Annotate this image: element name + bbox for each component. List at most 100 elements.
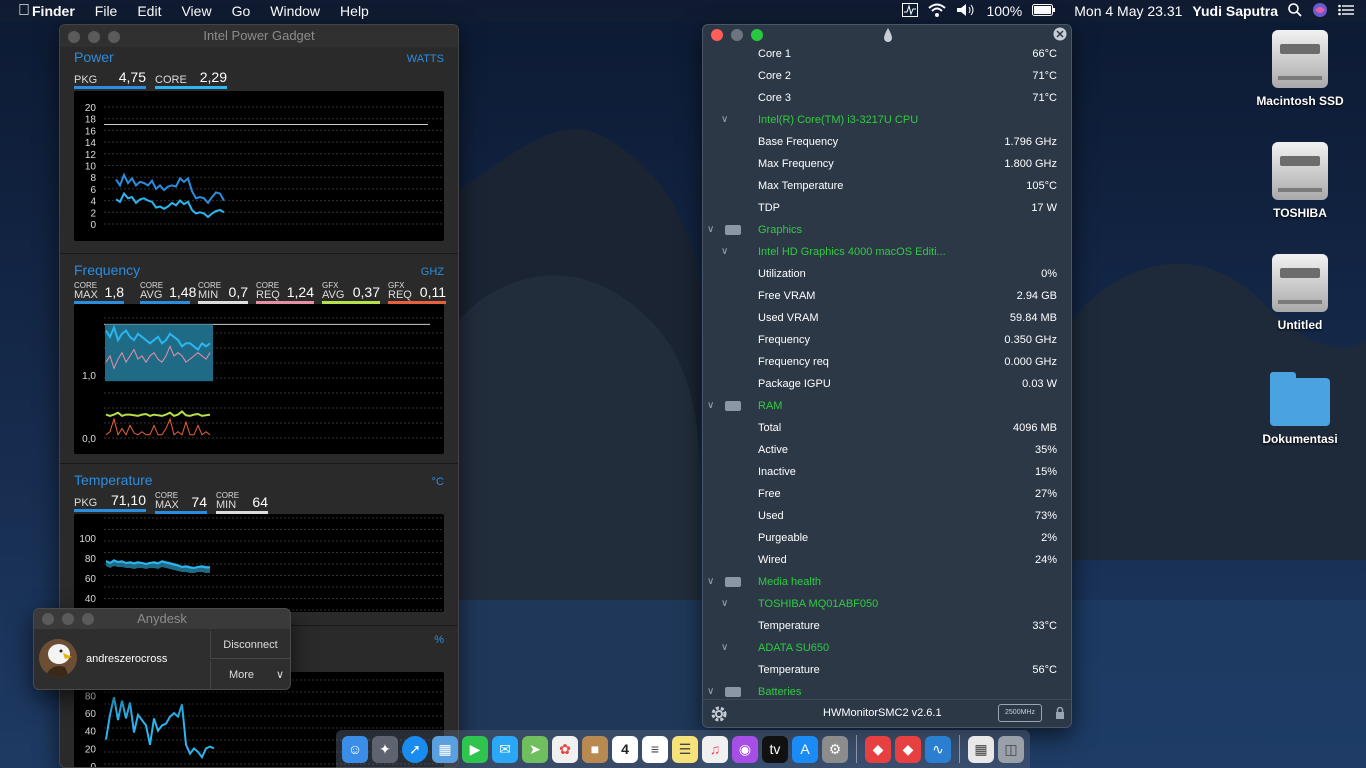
hw-sensor-row: Core 3 71°C bbox=[703, 87, 1071, 109]
utilization-unit: % bbox=[434, 634, 444, 646]
ipg-minimize-button[interactable] bbox=[88, 31, 100, 43]
hw-minimize-button[interactable] bbox=[731, 29, 743, 41]
freq-metric: GFX REQ 0,11 bbox=[388, 282, 446, 304]
y-tick-label: 20 bbox=[85, 103, 97, 114]
anydesk-title-bar[interactable]: Anydesk bbox=[34, 609, 290, 629]
system-preferences-icon[interactable]: ⚙ bbox=[822, 735, 848, 763]
hw-row-name: Free bbox=[758, 488, 781, 500]
chevron-down-icon[interactable]: ∨ bbox=[721, 241, 728, 263]
disconnect-button[interactable]: Disconnect bbox=[210, 631, 290, 659]
hw-group-row[interactable]: ∨ RAM bbox=[703, 395, 1071, 417]
hard-drive-icon bbox=[1272, 142, 1328, 200]
chevron-down-icon[interactable]: ∨ bbox=[721, 109, 728, 131]
chevron-down-icon[interactable]: ∨ bbox=[721, 593, 728, 615]
hwmonitor-title-bar[interactable] bbox=[703, 25, 1071, 45]
hw-lock-icon[interactable] bbox=[1055, 706, 1065, 723]
chevron-down-icon: ∨ bbox=[275, 669, 284, 681]
hw-group-row[interactable]: ∨ TOSHIBA MQ01ABF050 bbox=[703, 593, 1071, 615]
hw-group-row[interactable]: ∨ Intel HD Graphics 4000 macOS Editi... bbox=[703, 241, 1071, 263]
more-button[interactable]: More ∨ bbox=[210, 661, 290, 689]
ipg-title-bar[interactable]: Intel Power Gadget bbox=[60, 25, 458, 47]
activity-monitor-icon[interactable] bbox=[902, 2, 919, 20]
freq-metric-bottom: AVG bbox=[140, 289, 163, 301]
hw-row-name: Frequency bbox=[758, 334, 810, 346]
hw-group-row[interactable]: ∨ Graphics bbox=[703, 219, 1071, 241]
chevron-down-icon[interactable]: ∨ bbox=[707, 571, 714, 593]
apple-menu-icon[interactable]:  bbox=[0, 2, 30, 20]
hw-row-value: 2% bbox=[1041, 532, 1057, 544]
chevron-down-icon[interactable]: ∨ bbox=[707, 219, 714, 241]
messages-icon[interactable]: ✉ bbox=[492, 735, 518, 763]
intel-power-gadget-icon[interactable]: ∿ bbox=[924, 735, 951, 763]
hw-close-button[interactable] bbox=[711, 29, 723, 41]
battery-icon[interactable] bbox=[1032, 3, 1056, 19]
menu-edit[interactable]: Edit bbox=[127, 3, 171, 19]
hw-sensor-row: Used VRAM 59.84 MB bbox=[703, 307, 1071, 329]
hw-group-row[interactable]: ∨ ADATA SU650 bbox=[703, 637, 1071, 659]
chevron-down-icon[interactable]: ∨ bbox=[721, 637, 728, 659]
preview-icon[interactable]: ▦ bbox=[432, 735, 458, 763]
calendar-icon[interactable]: 4 bbox=[612, 735, 638, 763]
hw-mhz-badge[interactable]: 2500MHz bbox=[998, 704, 1042, 722]
hw-group-row[interactable]: ∨ Media health bbox=[703, 571, 1071, 593]
app-store-icon[interactable]: A bbox=[792, 735, 818, 763]
hw-row-name: Free VRAM bbox=[758, 290, 816, 302]
podcasts-icon[interactable]: ◉ bbox=[732, 735, 758, 763]
notes-icon[interactable]: ☰ bbox=[672, 735, 698, 763]
menu-view[interactable]: View bbox=[171, 3, 221, 19]
menu-go[interactable]: Go bbox=[222, 3, 261, 19]
launchpad-icon[interactable]: ✦ bbox=[372, 735, 398, 763]
desktop-icon-dokumentasi[interactable]: Dokumentasi bbox=[1250, 372, 1350, 446]
hw-row-value: 27% bbox=[1034, 488, 1057, 500]
hw-sensor-row: Core 1 66°C bbox=[703, 43, 1071, 65]
reminders-icon[interactable]: ≡ bbox=[642, 735, 668, 763]
menu-app-finder[interactable]: Finder bbox=[22, 3, 85, 19]
volume-icon[interactable] bbox=[956, 3, 976, 20]
trash-icon[interactable]: ◫ bbox=[997, 735, 1024, 763]
y-tick-label: 12 bbox=[85, 150, 97, 161]
music-icon[interactable]: ♫ bbox=[702, 735, 728, 763]
anydesk-close-button[interactable] bbox=[42, 613, 54, 625]
desktop-icon-untitled[interactable]: Untitled bbox=[1250, 254, 1350, 332]
desktop-icon-macintosh-ssd[interactable]: Macintosh SSD bbox=[1250, 30, 1350, 108]
category-icon bbox=[725, 225, 741, 235]
menu-user-name[interactable]: Yudi Saputra bbox=[1192, 3, 1278, 19]
menu-window[interactable]: Window bbox=[260, 3, 330, 19]
chevron-down-icon[interactable]: ∨ bbox=[707, 395, 714, 417]
photos-icon[interactable]: ✿ bbox=[552, 735, 578, 763]
maps-icon[interactable]: ➤ bbox=[522, 735, 548, 763]
facetime-icon[interactable]: ▶ bbox=[462, 735, 488, 763]
ipg-zoom-button[interactable] bbox=[108, 31, 120, 43]
hw-sensor-row: Utilization 0% bbox=[703, 263, 1071, 285]
finder-icon[interactable]: ☺ bbox=[342, 735, 368, 763]
document-icon[interactable]: ▦ bbox=[967, 735, 994, 763]
contacts-icon[interactable]: ■ bbox=[582, 735, 608, 763]
wifi-icon[interactable] bbox=[928, 3, 947, 20]
hw-close-x-icon[interactable] bbox=[1053, 27, 1067, 44]
hw-row-value: 15% bbox=[1034, 466, 1057, 478]
anydesk-minimize-button[interactable] bbox=[62, 613, 74, 625]
hw-zoom-button[interactable] bbox=[751, 29, 763, 41]
desktop-icon-toshiba[interactable]: TOSHIBA bbox=[1250, 142, 1350, 220]
hw-settings-gear-icon[interactable] bbox=[709, 704, 729, 727]
menu-help[interactable]: Help bbox=[330, 3, 379, 19]
anydesk-zoom-button[interactable] bbox=[82, 613, 94, 625]
temp-max-label: CORE MAX bbox=[155, 492, 179, 511]
anydesk-alt-icon[interactable]: ◆ bbox=[894, 735, 921, 763]
hw-group-row[interactable]: ∨ Intel(R) Core(TM) i3-3217U CPU bbox=[703, 109, 1071, 131]
spotlight-search-icon[interactable] bbox=[1288, 2, 1302, 20]
safari-icon[interactable]: ➚ bbox=[402, 735, 428, 763]
notification-center-icon[interactable] bbox=[1338, 3, 1354, 19]
anydesk-icon[interactable]: ◆ bbox=[864, 735, 891, 763]
apple-tv-icon[interactable]: tv bbox=[762, 735, 788, 763]
y-tick-label: 40 bbox=[85, 594, 97, 605]
hw-sensor-row: Max Frequency 1.800 GHz bbox=[703, 153, 1071, 175]
ipg-close-button[interactable] bbox=[68, 31, 80, 43]
hw-row-name: Max Frequency bbox=[758, 158, 834, 170]
hw-row-name: ADATA SU650 bbox=[758, 642, 830, 654]
temp-min-metric: CORE MIN 64 bbox=[216, 492, 268, 514]
hwmonitor-footer: HWMonitorSMC2 v2.6.1 2500MHz bbox=[703, 699, 1071, 727]
siri-icon[interactable] bbox=[1312, 2, 1328, 21]
menu-clock[interactable]: Mon 4 May 23.31 bbox=[1066, 3, 1182, 19]
menu-file[interactable]: File bbox=[85, 3, 128, 19]
